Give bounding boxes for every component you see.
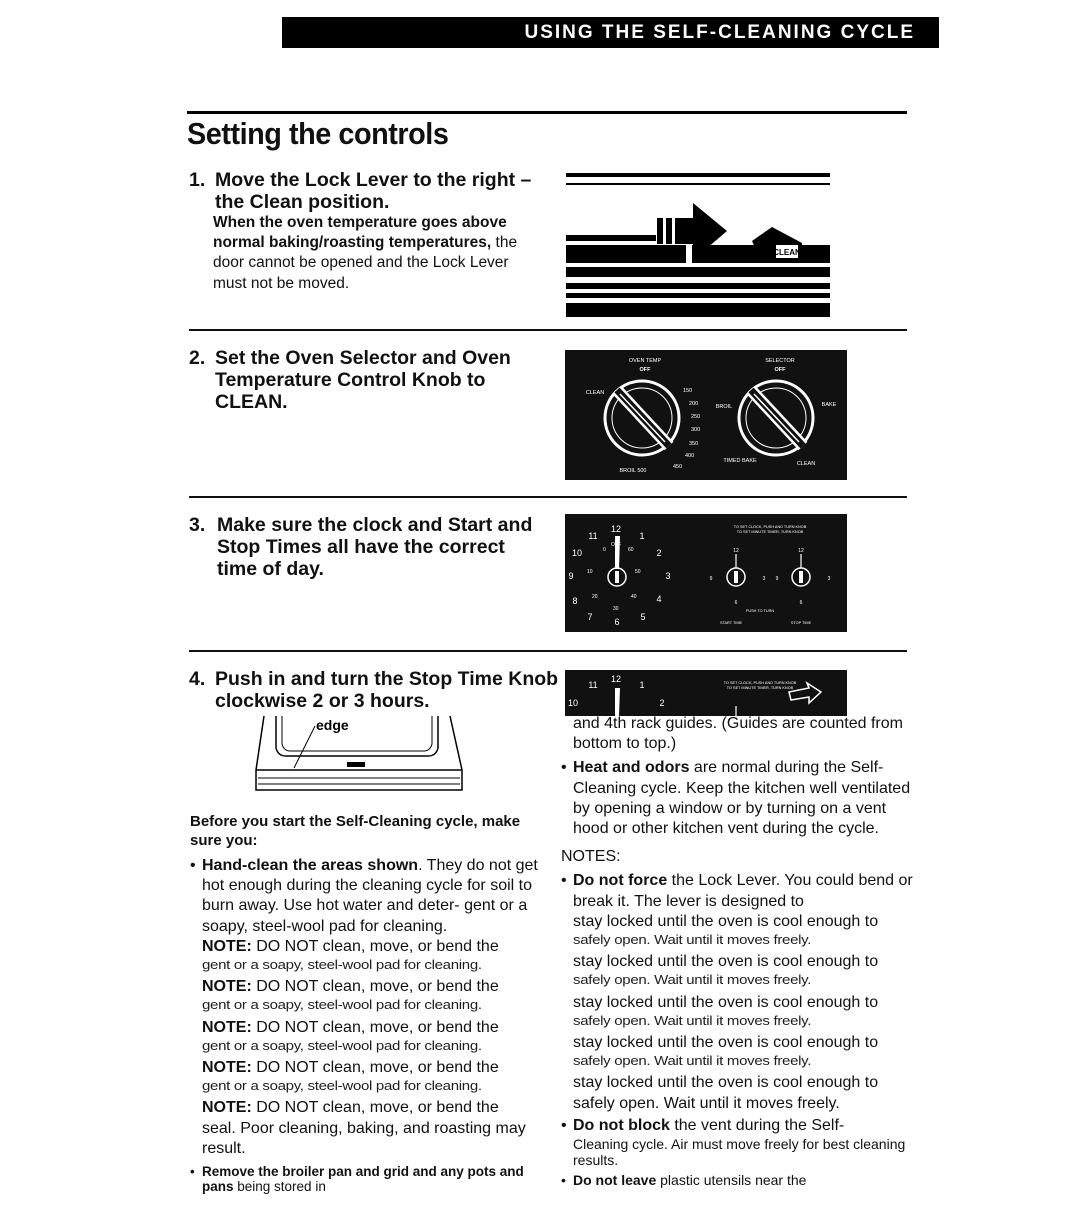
selector-broil-label: BROIL [716,404,733,410]
step-3: 3. Make sure the clock and Start and Sto… [189,514,544,580]
svg-text:3: 3 [828,576,831,582]
temp-250: 250 [691,414,700,420]
step-1: 1. Move the Lock Lever to the right – th… [189,169,534,294]
divider [189,496,907,498]
bullet-heat-odors: Heat and odors are normal during the Sel… [561,758,913,839]
divider [189,650,907,652]
step-number: 4. [189,668,206,690]
svg-text:10: 10 [568,698,578,708]
right-column: and 4th rack guides. (Guides are counted… [561,714,913,1190]
clock-hour-5: 5 [640,612,645,622]
oven-temp-clean-label: CLEAN [586,390,604,396]
step-number: 2. [189,347,206,369]
push-to-turn-label: PUSH TO TURN [746,609,775,613]
start-time-label: START TIME [720,621,743,625]
selector-bake-label: BAKE [822,402,837,408]
clock-hour-11: 11 [588,531,597,541]
oven-knobs-panel: OVEN TEMP OFF CLEAN 150 200 250 300 350 … [565,350,847,480]
bullet-do-not-force: Do not force the Lock Lever. You could b… [561,871,913,1113]
svg-text:1: 1 [639,680,644,690]
svg-text:12: 12 [611,674,621,684]
selector-clean-label: CLEAN [797,461,815,467]
svg-text:3: 3 [763,576,766,582]
edge-label: edge [316,717,349,733]
bullet-do-not-leave: Do not leave plastic utensils near the [561,1170,913,1190]
lock-lever-illustration: CLEAN [566,173,830,317]
clock-hour-12: 12 [611,524,621,534]
clock-hour-2: 2 [656,548,661,558]
rack-guides-text: and 4th rack guides. (Guides are counted… [573,715,903,753]
oven-door-illustration: edge [255,715,463,791]
temp-150: 150 [683,388,692,394]
svg-text:TO SET CLOCK, PUSH AND TURN KN: TO SET CLOCK, PUSH AND TURN KNOB [724,681,797,685]
step-number: 1. [189,169,206,191]
temp-300: 300 [691,427,700,433]
clock-instructions-1: TO SET CLOCK, PUSH AND TURN KNOB [734,525,807,529]
bullet-remove-broiler: Remove the broiler pan and grid and any … [190,1164,550,1194]
timer-min-40: 40 [631,594,637,600]
step-number: 3. [189,514,206,536]
clock-panel: 12 1 2 3 4 5 6 7 8 9 10 11 0 10 20 30 40… [565,514,847,632]
svg-text:TO SET MINUTE TIMER, TURN KNOB: TO SET MINUTE TIMER, TURN KNOB [727,686,794,690]
clock-hour-9: 9 [568,571,573,581]
clock-hour-4: 4 [656,594,661,604]
clock-hour-6: 6 [614,617,619,627]
timer-min-50: 50 [635,569,641,575]
svg-text:6: 6 [735,600,738,606]
timer-min-60: 60 [628,547,634,553]
svg-text:12: 12 [798,548,804,554]
clock-instructions-2: TO SET MINUTE TIMER, TURN KNOB [737,530,804,534]
clock-hour-10: 10 [572,548,582,558]
section-header-bar: USING THE SELF-CLEANING CYCLE [282,17,939,48]
before-you-start-intro: Before you start the Self-Cleaning cycle… [190,813,521,849]
oven-temp-label: OVEN TEMP [629,358,662,364]
section-title: USING THE SELF-CLEANING CYCLE [524,22,915,43]
svg-text:12: 12 [733,548,739,554]
notes-heading: NOTES: [561,848,621,866]
page-title: Setting the controls [187,116,449,151]
selector-timed-bake-label: TIMED BAKE [723,458,757,464]
clock-hour-8: 8 [572,596,577,606]
timer-min-0: 0 [603,547,606,553]
bullet-hand-clean: Hand-clean the areas shown. They do not … [190,856,550,937]
bullet-do-not-block: Do not block the vent during the Self- C… [561,1116,913,1168]
selector-off-label: OFF [775,367,787,373]
broil-500-label: BROIL 500 [619,468,646,474]
stop-time-knob-illustration: 12 1 2 11 10 TO SET CLOCK, PUSH AND TURN… [565,670,847,716]
temp-200: 200 [689,401,698,407]
clock-hour-3: 3 [665,571,670,581]
step-heading: Move the Lock Lever to the right – the C… [215,169,532,213]
clock-hour-1: 1 [639,531,644,541]
door-handle-slot [347,762,365,767]
svg-text:9: 9 [776,576,779,582]
step-heading: Push in and turn the Stop Time Knob cloc… [215,668,559,712]
temp-450: 450 [673,464,682,470]
oven-temp-off-label: OFF [640,367,652,373]
step-2: 2. Set the Oven Selector and Oven Temper… [189,347,544,413]
svg-text:6: 6 [800,600,803,606]
svg-text:11: 11 [588,680,597,690]
timer-min-20: 20 [592,594,598,600]
temp-350: 350 [689,441,698,447]
step-4: 4. Push in and turn the Stop Time Knob c… [189,668,559,712]
clean-label: CLEAN [773,248,801,257]
step-heading: Make sure the clock and Start and Stop T… [217,514,533,580]
svg-text:9: 9 [710,576,713,582]
left-column: Before you start the Self-Cleaning cycle… [190,812,550,1194]
note-block: NOTE: DO NOT clean, move, or bend the ge… [202,937,526,1157]
temp-400: 400 [685,453,694,459]
selector-label: SELECTOR [765,358,795,364]
svg-text:2: 2 [659,698,664,708]
timer-min-10: 10 [587,569,593,575]
title-rule [187,111,907,114]
step-1-body: When the oven temperature goes above nor… [189,213,534,294]
step-1-body-bold: When the oven temperature goes above nor… [213,214,507,252]
step-heading: Set the Oven Selector and Oven Temperatu… [215,347,511,413]
stop-time-label: STOP TIME [791,621,812,625]
clock-hour-7: 7 [587,612,592,622]
timer-min-30: 30 [613,606,619,612]
divider [189,329,907,331]
